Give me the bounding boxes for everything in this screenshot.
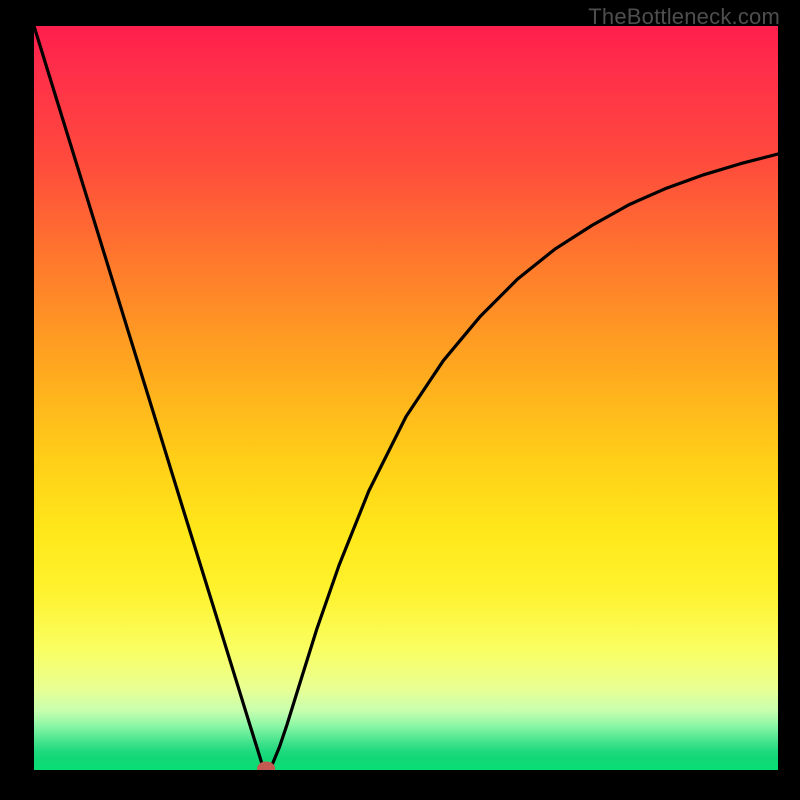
curve-svg <box>34 26 778 770</box>
chart-canvas: TheBottleneck.com <box>0 0 800 800</box>
plot-area <box>34 26 778 770</box>
bottleneck-curve <box>34 26 778 769</box>
